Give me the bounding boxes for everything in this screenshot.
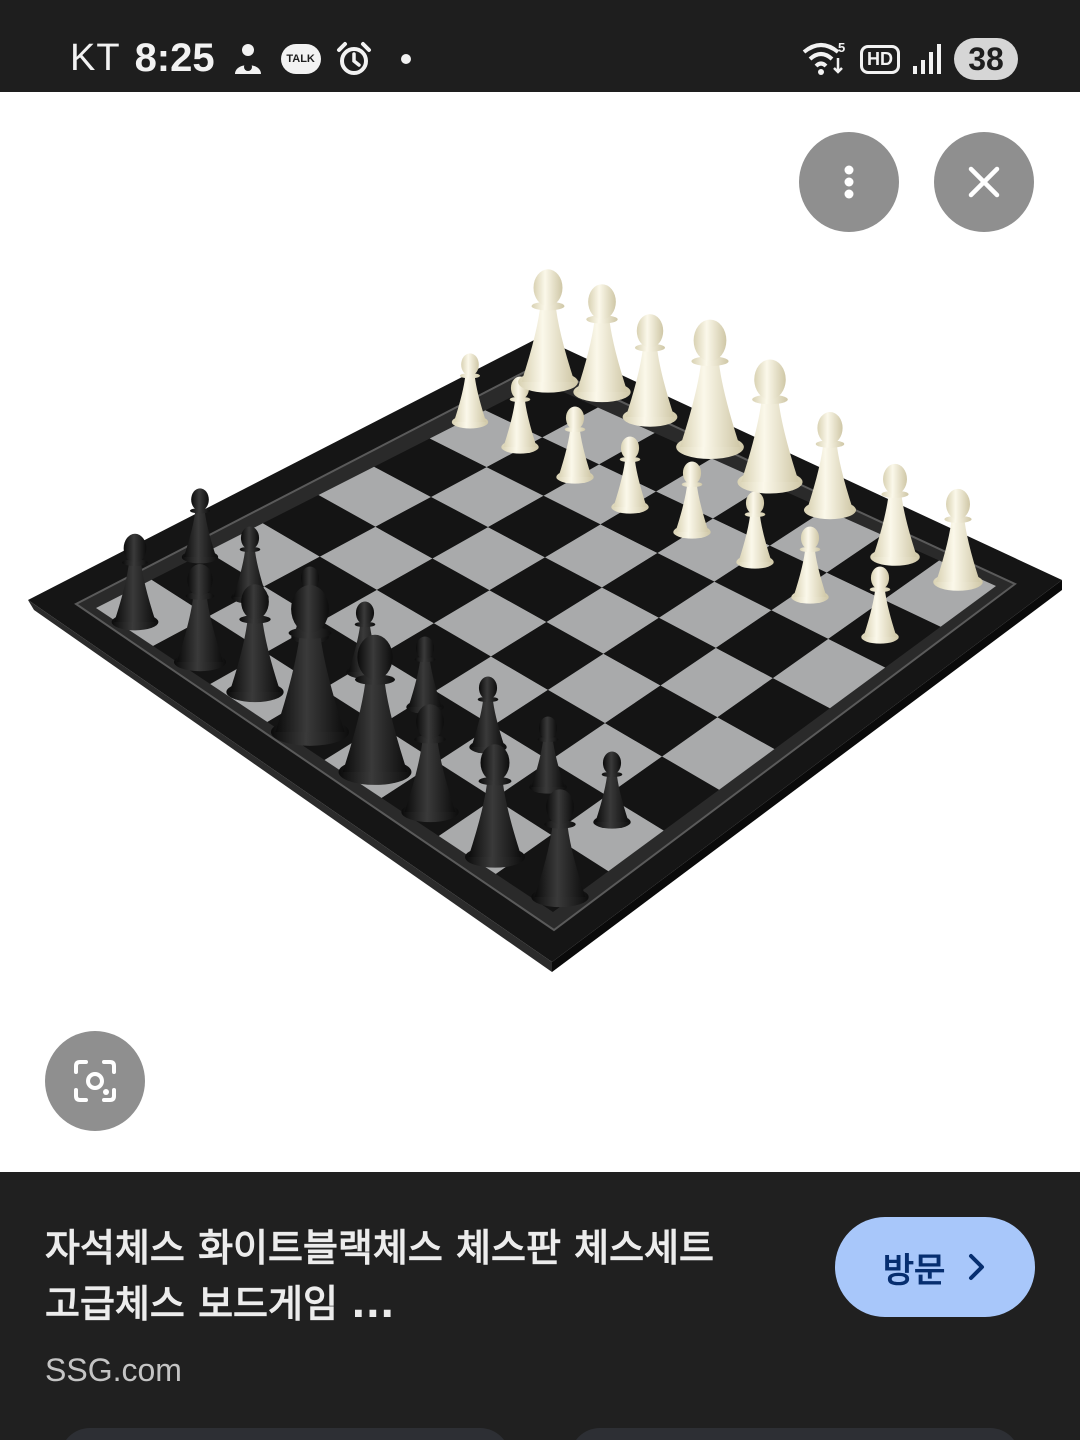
status-left: KT 8:25 TALK — [70, 36, 411, 81]
product-title-line-2: 고급체스 보드게임 ... — [45, 1282, 395, 1326]
source-domain: SSG.com — [45, 1352, 182, 1388]
product-image — [28, 269, 1062, 972]
close-button[interactable] — [934, 132, 1034, 232]
product-title[interactable]: 자석체스 화이트블랙체스 체스판 체스세트 고급체스 보드게임 ... — [45, 1220, 805, 1332]
white-piece — [518, 269, 578, 393]
wifi-icon: 5 — [802, 40, 848, 78]
related-card-left[interactable] — [60, 1428, 510, 1440]
lens-search-button[interactable] — [45, 1031, 145, 1131]
more-vert-icon — [844, 165, 854, 199]
board-squares — [96, 382, 996, 912]
white-piece — [737, 359, 803, 494]
related-card-right[interactable] — [570, 1428, 1020, 1440]
network-label: 5 — [838, 40, 845, 55]
carrier-label: KT — [70, 37, 121, 79]
alarm-icon — [335, 40, 373, 78]
battery-indicator: 38 — [954, 38, 1018, 80]
result-info-panel: 자석체스 화이트블랙체스 체스판 체스세트 고급체스 보드게임 ... SSG.… — [0, 1172, 1080, 1440]
product-title-line-1: 자석체스 화이트블랙체스 체스판 체스세트 — [45, 1226, 714, 1270]
notification-dot-icon — [400, 53, 411, 64]
status-right: 5 HD 38 — [802, 38, 1018, 80]
image-viewer — [0, 92, 1080, 1172]
status-bar: KT 8:25 TALK 5 HD 38 — [0, 0, 1080, 92]
talk-label: TALK — [286, 52, 315, 65]
more-options-button[interactable] — [799, 132, 899, 232]
visit-label: 방문 — [882, 1250, 946, 1291]
clock: 8:25 — [134, 36, 215, 80]
kakaotalk-icon: TALK — [280, 43, 321, 74]
visit-button[interactable]: 방문 — [835, 1217, 1035, 1317]
lens-search-icon — [74, 1060, 116, 1102]
signal-icon — [912, 40, 942, 78]
white-piece — [622, 314, 678, 427]
close-icon — [968, 166, 1000, 198]
chevron-right-icon — [969, 1254, 985, 1280]
person-icon — [229, 40, 267, 78]
white-piece — [676, 319, 744, 460]
hd-voice-badge: HD — [860, 44, 900, 74]
white-piece — [573, 284, 631, 403]
